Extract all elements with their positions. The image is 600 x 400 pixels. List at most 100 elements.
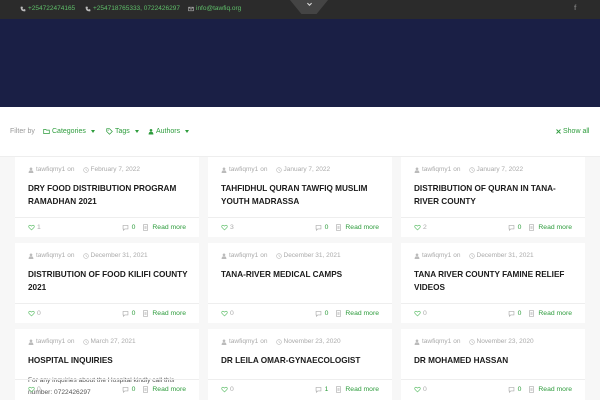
like-count: 0 [423, 310, 427, 317]
post-title[interactable]: DR MOHAMED HASSAN [414, 354, 580, 367]
comment-icon [122, 387, 128, 393]
read-more-link[interactable]: Read more [538, 310, 572, 317]
facebook-icon[interactable]: f [574, 5, 576, 12]
post-title[interactable]: TAHFIDHUL QURAN TAWFIQ MUSLIM YOUTH MADR… [221, 182, 387, 208]
like-button[interactable]: 0 [28, 386, 41, 393]
comment-count[interactable]: 0 [132, 224, 136, 231]
post-actions: 0 Read more [508, 224, 572, 231]
post-title[interactable]: DR LEILA OMAR-GYNAECOLOGIST [221, 354, 387, 367]
document-icon [529, 310, 535, 317]
read-more-link[interactable]: Read more [538, 224, 572, 231]
post-card: tawfiqmy1 on November 23, 2020 DR LEILA … [208, 329, 392, 400]
post-author[interactable]: tawfiqmy1 [36, 166, 65, 173]
post-on-label: on [453, 338, 461, 345]
show-all-button[interactable]: Show all [556, 128, 589, 135]
user-icon [148, 128, 154, 135]
post-title[interactable]: DISTRIBUTION OF QURAN IN TANA-RIVER COUN… [414, 182, 580, 208]
post-author[interactable]: tawfiqmy1 [36, 252, 65, 259]
email-address: info@tawfiq.org [196, 5, 242, 12]
like-count: 0 [423, 386, 427, 393]
comment-count[interactable]: 0 [518, 224, 522, 231]
like-button[interactable]: 0 [221, 310, 234, 317]
post-card: tawfiqmy1 on January 7, 2022 TAHFIDHUL Q… [208, 157, 392, 237]
filter-tags-label: Tags [115, 128, 130, 135]
read-more-link[interactable]: Read more [345, 386, 379, 393]
comment-count[interactable]: 0 [132, 310, 136, 317]
like-count: 2 [423, 224, 427, 231]
comment-icon [315, 225, 321, 231]
clock-icon [82, 338, 89, 345]
read-more-link[interactable]: Read more [152, 310, 186, 317]
post-footer: 0 1 Read more [208, 379, 392, 399]
comment-count[interactable]: 1 [325, 386, 329, 393]
like-button[interactable]: 1 [28, 224, 41, 231]
comment-icon [315, 311, 321, 317]
read-more-link[interactable]: Read more [538, 386, 572, 393]
document-icon [529, 224, 535, 231]
clock-icon [468, 338, 475, 345]
comment-count[interactable]: 0 [518, 310, 522, 317]
comment-icon [508, 311, 514, 317]
like-count: 0 [37, 386, 41, 393]
post-meta: tawfiqmy1 on December 31, 2021 [414, 252, 534, 259]
post-on-label: on [260, 166, 268, 173]
post-author[interactable]: tawfiqmy1 [229, 252, 258, 259]
phone-contact-2[interactable]: +254718765333, 0722426297 [85, 5, 180, 12]
post-on-label: on [67, 252, 75, 259]
user-icon [221, 252, 227, 259]
user-icon [221, 166, 227, 173]
read-more-link[interactable]: Read more [152, 224, 186, 231]
read-more-link[interactable]: Read more [152, 386, 186, 393]
post-title[interactable]: TANA-RIVER MEDICAL CAMPS [221, 268, 387, 281]
filter-categories-dropdown[interactable]: Categories [43, 128, 95, 135]
email-contact[interactable]: info@tawfiq.org [188, 5, 241, 12]
post-title[interactable]: HOSPITAL INQUIRIES [28, 354, 194, 367]
like-button[interactable]: 0 [221, 386, 234, 393]
comment-icon [508, 387, 514, 393]
phone-contact-1[interactable]: +254722474165 [20, 5, 75, 12]
like-button[interactable]: 0 [28, 310, 41, 317]
post-meta: tawfiqmy1 on November 23, 2020 [414, 338, 534, 345]
folder-icon [43, 129, 50, 134]
post-title[interactable]: DISTRIBUTION OF FOOD KILIFI COUNTY 2021 [28, 268, 194, 294]
post-on-label: on [67, 338, 75, 345]
like-button[interactable]: 0 [414, 386, 427, 393]
post-on-label: on [260, 338, 268, 345]
post-actions: 1 Read more [315, 386, 379, 393]
post-author[interactable]: tawfiqmy1 [229, 166, 258, 173]
post-date: January 7, 2022 [283, 166, 331, 173]
post-actions: 0 Read more [122, 310, 186, 317]
post-meta: tawfiqmy1 on December 31, 2021 [221, 252, 341, 259]
post-author[interactable]: tawfiqmy1 [229, 338, 258, 345]
post-author[interactable]: tawfiqmy1 [422, 338, 451, 345]
filter-tags-dropdown[interactable]: Tags [106, 128, 139, 135]
read-more-link[interactable]: Read more [345, 310, 379, 317]
heart-icon [28, 310, 35, 317]
read-more-link[interactable]: Read more [345, 224, 379, 231]
post-author[interactable]: tawfiqmy1 [422, 252, 451, 259]
post-title[interactable]: TANA RIVER COUNTY FAMINE RELIEF VIDEOS [414, 268, 580, 294]
comment-icon [508, 225, 514, 231]
clock-icon [82, 252, 89, 259]
like-button[interactable]: 3 [221, 224, 234, 231]
filter-authors-dropdown[interactable]: Authors [148, 128, 190, 135]
comment-count[interactable]: 0 [132, 386, 136, 393]
post-title[interactable]: DRY FOOD DISTRIBUTION PROGRAM RAMADHAN 2… [28, 182, 194, 208]
like-button[interactable]: 0 [414, 310, 427, 317]
post-date: November 23, 2020 [476, 338, 534, 345]
document-icon [336, 224, 342, 231]
post-on-label: on [260, 252, 268, 259]
post-author[interactable]: tawfiqmy1 [36, 338, 65, 345]
comment-count[interactable]: 0 [325, 310, 329, 317]
comment-count[interactable]: 0 [325, 224, 329, 231]
comment-count[interactable]: 0 [518, 386, 522, 393]
like-button[interactable]: 2 [414, 224, 427, 231]
show-all-label: Show all [563, 128, 590, 135]
post-author[interactable]: tawfiqmy1 [422, 166, 451, 173]
toggle-topbar-button[interactable] [290, 0, 328, 14]
clock-icon [275, 252, 282, 259]
post-card: tawfiqmy1 on December 31, 2021 TANA-RIVE… [208, 243, 392, 323]
filter-categories-label: Categories [52, 128, 86, 135]
user-icon [28, 252, 34, 259]
post-meta: tawfiqmy1 on March 27, 2021 [28, 338, 136, 345]
